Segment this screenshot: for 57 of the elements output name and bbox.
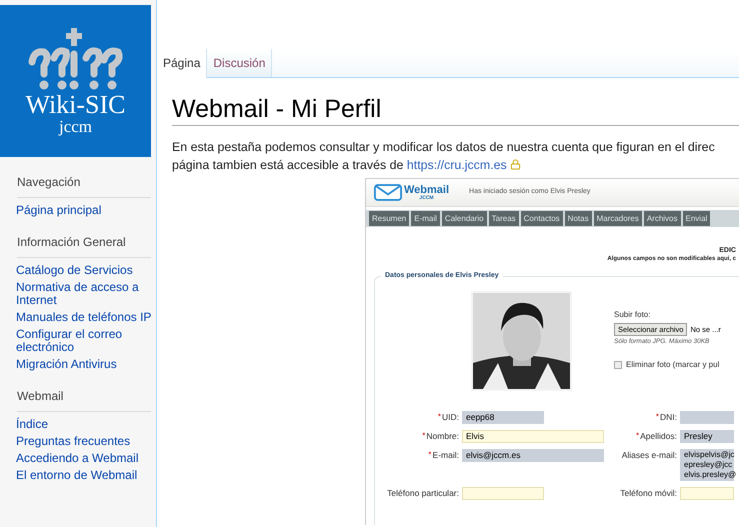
nav-tab[interactable]: Resumen	[369, 211, 410, 226]
input-field[interactable]: elvis@jccm.es	[462, 449, 604, 462]
sidebar-heading: Webmail	[17, 387, 151, 412]
input-field[interactable]: eepp68	[462, 411, 544, 424]
logo-subtitle: jccm	[58, 118, 92, 134]
required-mark: *	[656, 412, 659, 422]
sidebar-link[interactable]: El entorno de Webmail	[16, 469, 152, 482]
sidebar-link[interactable]: Migración Antivirus	[16, 358, 152, 371]
required-mark: *	[438, 412, 441, 422]
lock-icon	[510, 159, 521, 170]
nav-tab[interactable]: Contactos	[520, 211, 563, 226]
field-label: Aliases e-mail:	[622, 450, 677, 461]
logo-title: Wiki-SIC	[25, 92, 126, 118]
field-label: DNI:	[660, 412, 677, 423]
site-logo[interactable]: Wiki-SIC jccm	[0, 5, 151, 157]
sidebar-link[interactable]: Preguntas frecuentes	[16, 435, 152, 448]
nav-tab[interactable]: Envial	[682, 211, 710, 226]
page-tab[interactable]: Discusión	[207, 49, 272, 77]
input-field[interactable]	[680, 487, 734, 500]
upload-label: Subir foto:	[614, 309, 652, 321]
field-label: Nombre:	[426, 431, 459, 442]
nav-tab[interactable]: Notas	[564, 211, 592, 226]
envelope-icon	[374, 184, 402, 201]
field-label: UID:	[442, 412, 459, 423]
required-mark: *	[428, 450, 432, 460]
nav-tab[interactable]: Marcadores	[594, 211, 642, 226]
sidebar-link[interactable]: Página principal	[16, 204, 152, 217]
sidebar-heading: Información General	[17, 233, 151, 258]
checkbox[interactable]	[614, 361, 622, 369]
sidebar-link[interactable]: Configurar el correo electrónico	[16, 328, 152, 354]
field-label: Teléfono particular:	[387, 488, 459, 499]
nav-tab[interactable]: E-mail	[411, 211, 440, 226]
field-label: Apellidos:	[640, 431, 677, 442]
cru-link[interactable]: https://cru.jccm.es	[406, 158, 507, 172]
input-field[interactable]	[462, 487, 544, 500]
input-field[interactable]: Presley	[680, 430, 734, 443]
aliases-field[interactable]: elvispelvis@jc epresley@jcc elvis.presley@	[680, 449, 734, 481]
nav-tab[interactable]: Archivos	[644, 211, 681, 226]
app-logo-text: Webmail	[404, 184, 450, 196]
sidebar-link[interactable]: Manuales de teléfonos IP	[16, 311, 152, 324]
page-title: Webmail - Mi Perfil	[172, 94, 739, 126]
page-tab[interactable]: Página	[157, 49, 208, 78]
nav-tab[interactable]: Calendario	[442, 211, 487, 226]
checkbox-label: Eliminar foto (marcar y pul	[626, 359, 720, 371]
sidebar-link[interactable]: Normativa de acceso a Internet	[16, 281, 152, 307]
sidebar-link[interactable]: Accediendo a Webmail	[16, 452, 152, 465]
required-mark: *	[636, 431, 640, 441]
sidebar-heading: Navegación	[17, 173, 151, 198]
field-label: Teléfono móvil:	[620, 488, 677, 499]
intro-paragraph: En esta pestaña podemos consultar y modificar los datos de nuestra cuenta que figuran en el direc página tambien está accesible a través de https://cru.jccm.es	[172, 139, 716, 174]
input-field[interactable]: Elvis	[462, 430, 604, 443]
field-label: E-mail:	[432, 450, 459, 461]
sidebar-link[interactable]: Catálogo de Servicios	[16, 264, 152, 277]
input-field[interactable]	[680, 411, 734, 424]
sidebar-link[interactable]: Índice	[16, 418, 152, 431]
required-mark: *	[422, 431, 426, 441]
nav-tab[interactable]: Tareas	[488, 211, 519, 226]
